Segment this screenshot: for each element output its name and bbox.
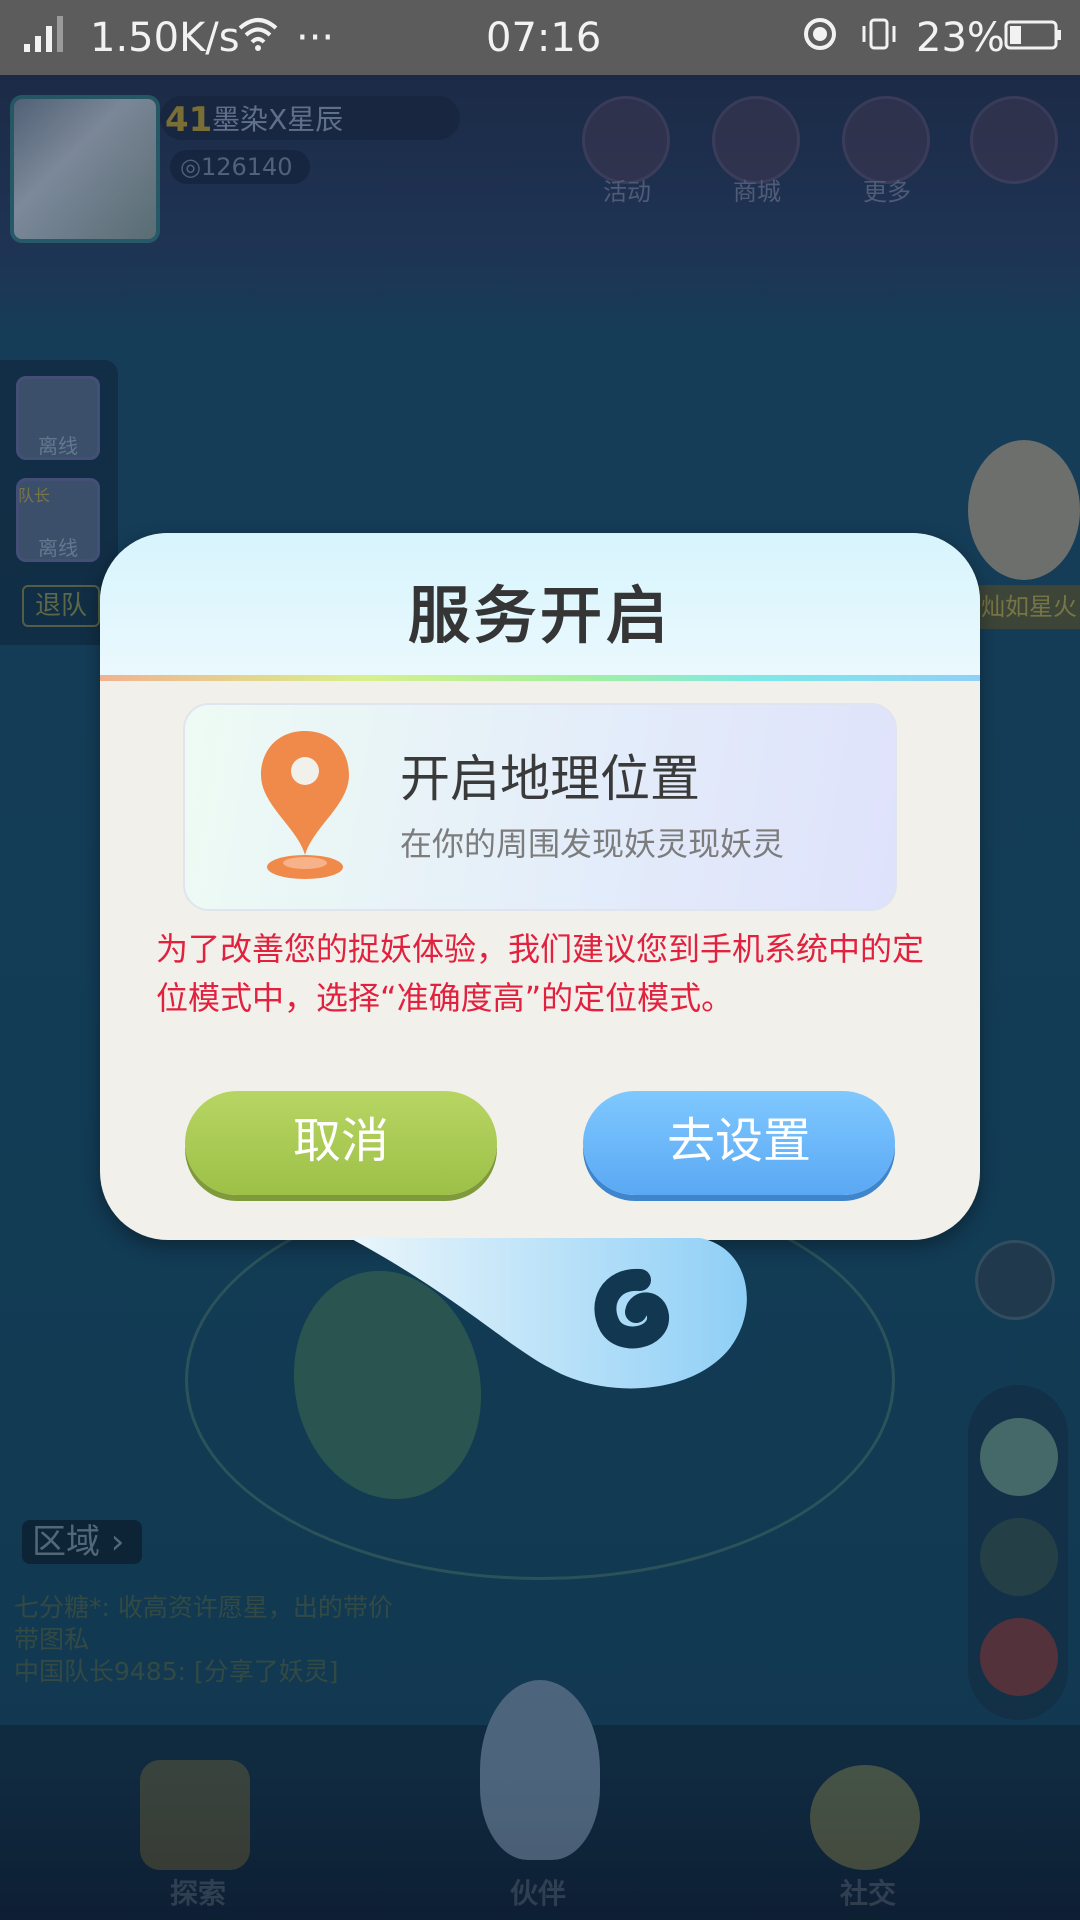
go-settings-button[interactable]: 去设置 [583,1091,895,1195]
service-dialog: 服务开启 开启地理位置 在你的周围发现妖灵现妖灵 为了改善您的捉妖体验，我们建议… [100,533,980,1240]
dialog-tail [340,1238,760,1398]
location-icon [800,14,840,65]
vibrate-icon [858,14,898,65]
signal-icon [24,14,66,65]
status-bar: 1.50K/s ··· 07:16 23% [0,0,1080,75]
location-notice: 为了改善您的捉妖体验，我们建议您到手机系统中的定位模式中，选择“准确度高”的定位… [156,930,925,1017]
cancel-button[interactable]: 取消 [185,1091,497,1195]
dialog-divider [100,675,980,681]
battery-percent: 23% [916,15,1005,61]
location-card-title: 开启地理位置 [400,750,700,808]
battery-icon [1004,14,1062,65]
net-speed: 1.50K/s [90,15,240,61]
clock: 07:16 [486,15,602,61]
location-card: 开启地理位置 在你的周围发现妖灵现妖灵 [183,703,897,911]
dialog-title: 服务开启 [407,579,672,652]
location-pin-icon [255,727,355,887]
location-card-subtitle: 在你的周围发现妖灵现妖灵 [400,825,785,863]
more-dots: ··· [296,15,335,61]
wifi-icon [238,14,278,65]
